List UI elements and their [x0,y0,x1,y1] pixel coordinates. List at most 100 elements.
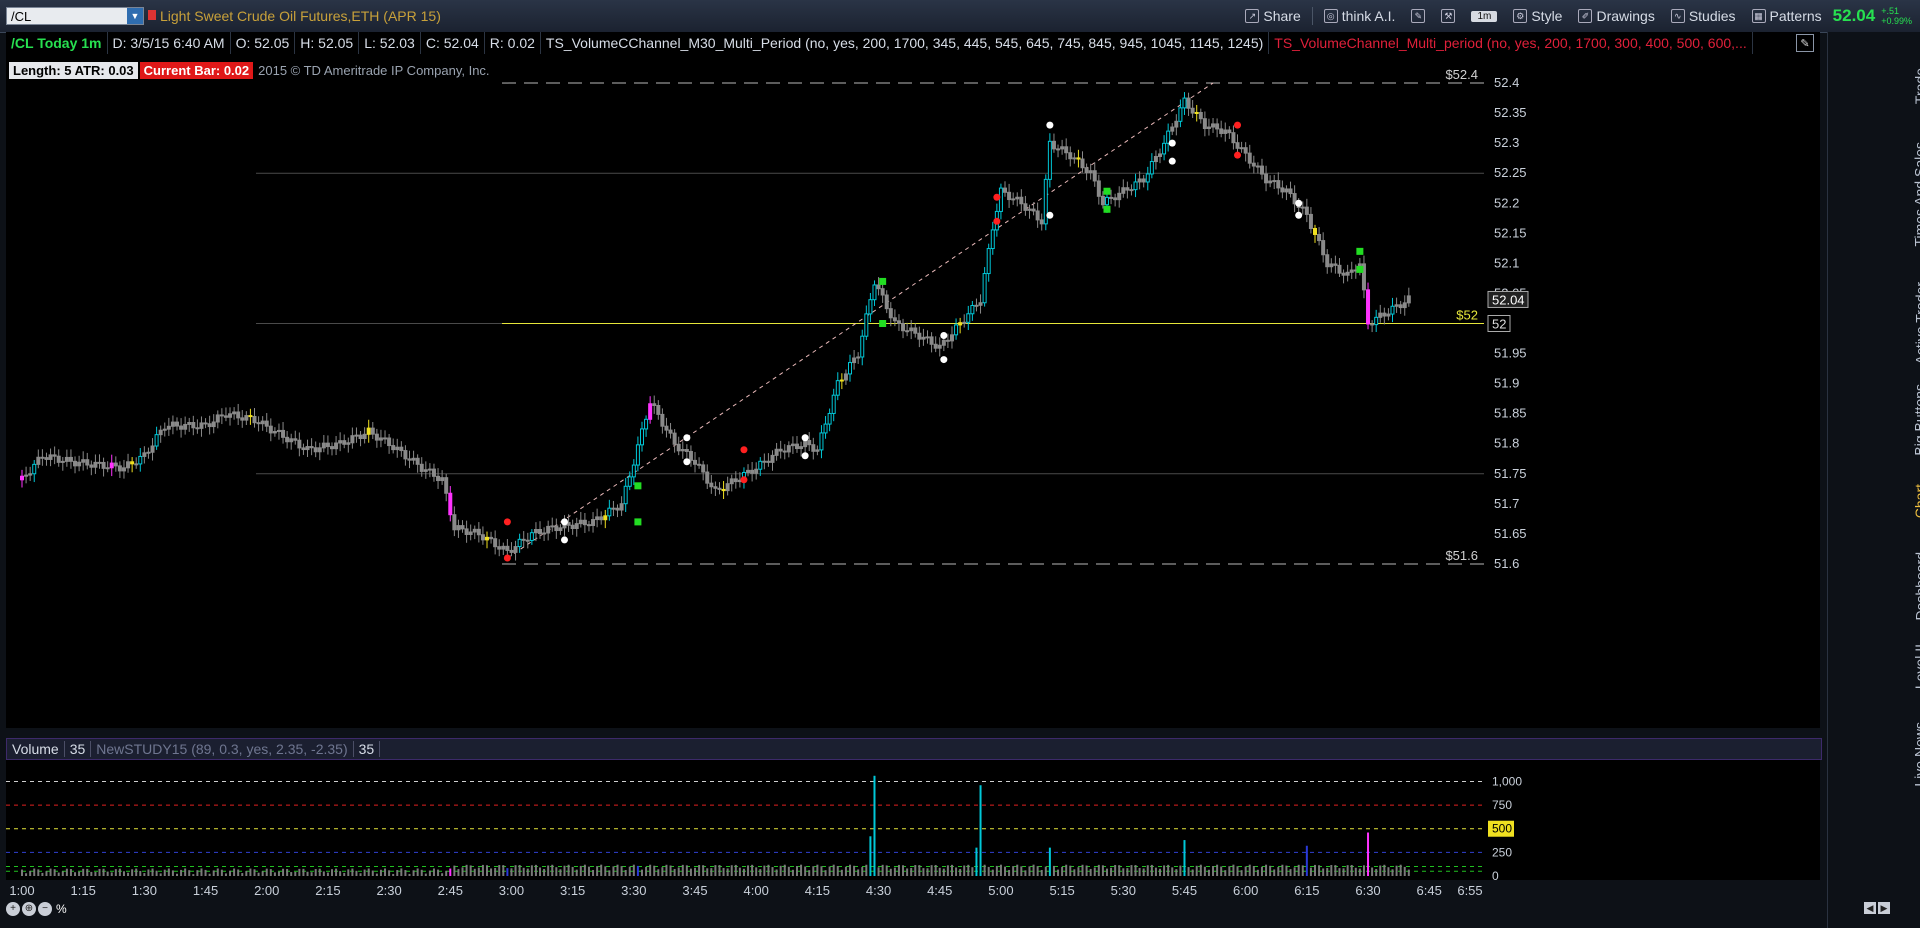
price-candle [203,418,208,429]
volume-bar [1379,865,1382,876]
candle-body [1170,126,1175,132]
price-tick-label: 51.7 [1494,496,1519,511]
price-tick-label: 51.65 [1494,526,1527,541]
drawings-button[interactable]: ✐ Drawings [1573,5,1659,27]
volume-bar [269,869,272,876]
tab-live-news[interactable]: Live News [1912,722,1920,787]
volume-bar [959,868,962,876]
zoom-percent[interactable]: % [56,902,67,916]
price-candle [468,524,473,541]
price-candle [652,395,657,414]
zoom-in-icon[interactable]: + [6,902,20,916]
price-candle [264,413,269,433]
scroll-right-icon[interactable]: ▶ [1878,902,1890,914]
tab-trade[interactable]: Trade [1912,68,1920,104]
volume-bar [559,869,562,876]
price-candle [856,352,861,364]
volume-bar [1252,866,1255,876]
timeframe-button[interactable]: 1m [1466,8,1502,25]
tab-times-and-sales[interactable]: Times And Sales [1912,142,1920,247]
candle-body [183,423,188,430]
share-button[interactable]: ↗ Share [1240,5,1305,27]
price-candle [1043,174,1048,231]
volume-bar [1036,866,1039,876]
candle-body [1394,304,1399,307]
volume-bar [61,871,64,876]
style-button[interactable]: ⚙ Style [1508,5,1567,27]
candle-body [191,422,196,429]
price-candle [52,446,57,465]
think-ai-button[interactable]: ◎ think A.I. [1319,5,1401,27]
price-change: +.51 +0.99% [1881,6,1912,26]
candle-body [827,412,832,425]
price-tick-label: 51.85 [1494,406,1527,421]
volume-bar [45,871,48,876]
chevron-down-icon[interactable]: ▼ [127,8,143,24]
price-candle [407,450,412,469]
time-tick-label: 2:30 [376,883,401,898]
volume-bar [335,868,338,876]
volume-bar [669,865,672,876]
studies-button[interactable]: ∿ Studies [1666,5,1741,27]
price-candle [1211,118,1216,133]
candle-body [766,460,771,463]
tab-chart[interactable]: Chart [1912,484,1920,518]
candle-body [1096,180,1101,197]
volume-bar [1391,869,1394,876]
price-candle [207,415,212,435]
volume-chart-svg[interactable]: 1,000 750 500 250 0 [6,760,1820,880]
price-candle [929,332,934,353]
candle-body [456,525,461,531]
candle-body [631,464,636,478]
candle-body [252,415,257,424]
volume-bar [722,867,725,876]
zoom-out-icon[interactable]: − [38,902,52,916]
price-candle [1088,163,1093,180]
candle-body [1068,152,1073,160]
tab-big-buttons[interactable]: Big Buttons [1912,384,1920,456]
price-candle [827,408,832,432]
price-candle [431,463,436,482]
candle-body [1064,146,1069,154]
candle-body [933,343,938,349]
symbol-input[interactable]: /CL ▼ [6,7,144,25]
volume-bar [800,864,803,876]
volume-bar [196,870,199,876]
price-chart-svg[interactable]: 52.452.3552.352.2552.252.1552.152.055251… [6,32,1820,728]
candle-body [1007,191,1012,201]
volume-bar [363,869,366,876]
price-candle [81,451,86,471]
volume-label: Volume [7,741,65,757]
volume-bar [290,872,293,876]
tab-active-trader[interactable]: Active Trader [1912,282,1920,364]
scroll-left-icon[interactable]: ◀ [1864,902,1876,914]
volume-bar [441,873,444,876]
volume-bar [1371,867,1374,876]
wrench-button[interactable]: ⚒ [1436,6,1460,26]
price-candle [525,532,530,549]
volume-bar [1309,867,1312,876]
price-candle [309,438,314,456]
price-chart-panel[interactable]: /CL Today 1m D: 3/5/15 6:40 AM O: 52.05 … [6,32,1820,728]
candle-body [823,423,828,434]
price-candle [1174,114,1179,136]
price-candle [126,453,131,473]
price-candle [852,349,857,370]
price-candle [668,422,673,439]
price-candle [24,466,29,484]
volume-bar [1093,867,1096,876]
crosshair-icon[interactable]: ⊕ [22,902,36,916]
candle-body [317,447,322,453]
patterns-button[interactable]: ▦ Patterns [1747,5,1827,27]
tab-dashboard[interactable]: Dashboard [1912,552,1920,621]
price-candle [811,437,816,460]
candle-body [411,457,416,461]
price-candle [1096,174,1101,205]
time-tick-label: 2:15 [315,883,340,898]
tab-level-ii[interactable]: Level II [1912,644,1920,689]
price-candle [391,438,396,454]
price-candle [558,524,563,535]
volume-study-label[interactable]: NewSTUDY15 (89, 0.3, yes, 2.35, -2.35) [91,741,354,757]
volume-bar [1171,867,1174,876]
drawing-tools-button[interactable]: ✎ [1406,6,1430,26]
